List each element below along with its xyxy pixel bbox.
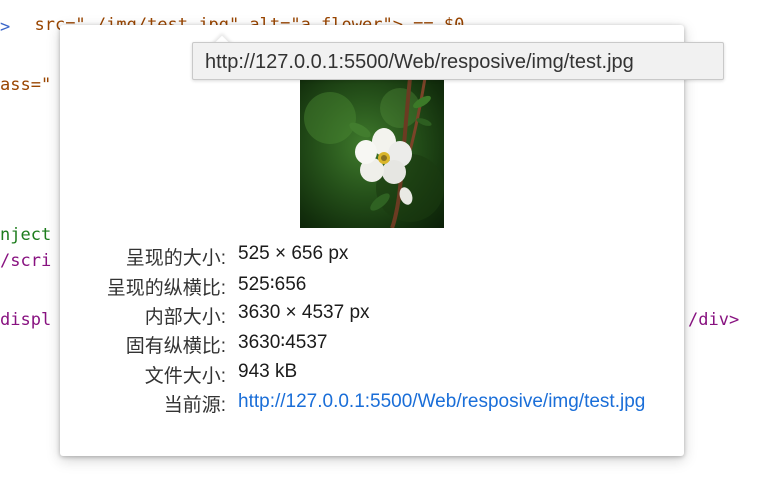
intrinsic-ratio-value: 3630∶4537	[238, 332, 328, 353]
current-source-label: 当前源:	[163, 395, 226, 416]
code-line-display: displ	[0, 309, 51, 331]
rendered-ratio-label: 呈现的纵横比:	[106, 278, 226, 299]
file-size-row: 文件大小: 943 kB	[60, 361, 684, 387]
rendered-ratio-row: 呈现的纵横比: 525∶656	[60, 273, 684, 299]
code-text: /scri	[0, 251, 52, 271]
expand-arrow-icon[interactable]: >	[0, 16, 10, 38]
url-tooltip: http://127.0.0.1:5500/Web/resposive/img/…	[192, 42, 724, 80]
intrinsic-ratio-row: 固有纵横比: 3630∶4537	[60, 331, 684, 357]
rendered-size-value: 525 × 656 px	[238, 243, 349, 264]
image-preview-popup: 呈现的大小: 525 × 656 px 呈现的纵横比: 525∶656 内部大小…	[60, 25, 684, 456]
intrinsic-size-row: 内部大小: 3630 × 4537 px	[60, 302, 684, 328]
tooltip-url-text: http://127.0.0.1:5500/Web/resposive/img/…	[205, 51, 634, 73]
code-line-script: /scri	[0, 250, 51, 272]
arrow-glyph: >	[0, 17, 11, 37]
code-line-class: ass="	[0, 74, 51, 96]
code-line-div-close: /div>	[688, 309, 739, 331]
code-text: nject	[0, 225, 52, 245]
rendered-size-label: 呈现的大小:	[125, 248, 226, 269]
flower-image	[304, 78, 444, 228]
current-source-link[interactable]: http://127.0.0.1:5500/Web/resposive/img/…	[238, 387, 678, 416]
code-line-inject: nject	[0, 224, 51, 246]
file-size-label: 文件大小:	[144, 366, 226, 387]
current-source-row: 当前源: http://127.0.0.1:5500/Web/resposive…	[60, 390, 684, 450]
code-text: /div>	[688, 310, 740, 330]
code-text: displ	[0, 310, 52, 330]
rendered-size-row: 呈现的大小: 525 × 656 px	[60, 243, 684, 269]
intrinsic-ratio-label: 固有纵横比:	[125, 336, 226, 357]
code-text: ass="	[0, 75, 52, 95]
intrinsic-size-value: 3630 × 4537 px	[238, 302, 370, 323]
image-thumbnail	[300, 78, 444, 228]
rendered-ratio-value: 525∶656	[238, 274, 307, 295]
file-size-value: 943 kB	[238, 361, 298, 382]
intrinsic-size-label: 内部大小:	[144, 307, 226, 328]
